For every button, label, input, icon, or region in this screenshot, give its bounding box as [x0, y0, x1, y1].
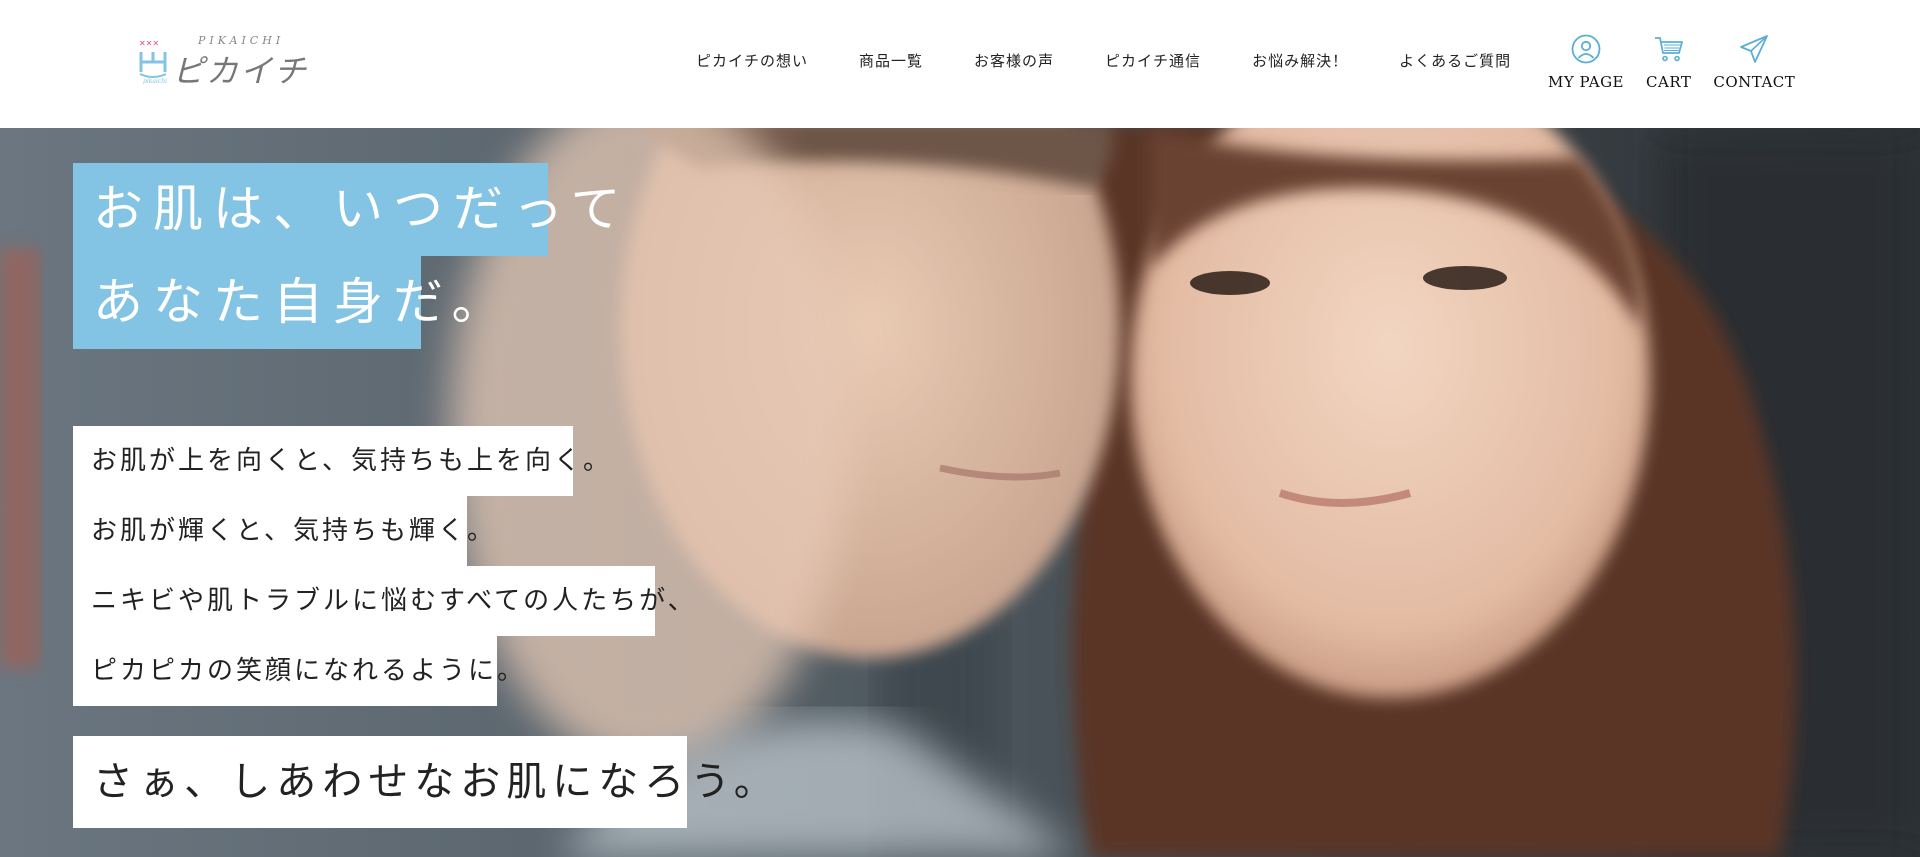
hero-closing-message: さぁ、しあわせなお肌になろう。	[73, 736, 774, 828]
paper-plane-icon	[1740, 35, 1769, 63]
logo-name: ピカイチ	[172, 52, 309, 90]
nav-item-products[interactable]: 商品一覧	[859, 50, 923, 74]
cart-label: CART	[1646, 73, 1692, 91]
nav-item-reviews[interactable]: お客様の声	[974, 50, 1054, 74]
mypage-label: MY PAGE	[1548, 73, 1625, 91]
site-header: ✕✕✕ pikaichi PIKAICHI ピカイチ ピカイチの想い 商品一覧 …	[0, 0, 1920, 128]
user-circle-icon	[1571, 34, 1601, 64]
nav-item-faq[interactable]: よくあるご質問	[1399, 50, 1511, 74]
nav-item-newsletter[interactable]: ピカイチ通信	[1105, 50, 1201, 74]
svg-text:pikaichi: pikaichi	[143, 78, 167, 84]
hero-body-line-2: お肌が輝くと、気持ちも輝く。	[73, 496, 493, 566]
main-nav: ピカイチの想い 商品一覧 お客様の声 ピカイチ通信 お悩み解決！ よくあるご質問	[696, 50, 1511, 74]
header-icon-links: MY PAGE CART CONTACT	[1548, 33, 1795, 97]
mypage-link[interactable]: MY PAGE	[1548, 33, 1624, 91]
hero-body-line-4: ピカピカの笑顔になれるように。	[73, 636, 523, 706]
cart-link[interactable]: CART	[1646, 33, 1691, 91]
hero-section: お肌は、いつだって あなた自身だ。 お肌が上を向くと、気持ちも上を向く。 お肌が…	[0, 128, 1920, 857]
svg-text:✕✕✕: ✕✕✕	[139, 39, 159, 48]
nav-item-solutions[interactable]: お悩み解決！	[1252, 50, 1348, 74]
contact-label: CONTACT	[1713, 73, 1796, 91]
cart-icon	[1654, 37, 1683, 62]
hero-headline-line-2: あなた自身だ。	[73, 256, 502, 349]
hero-headline-line-1: お肌は、いつだって	[73, 163, 621, 256]
nav-item-philosophy[interactable]: ピカイチの想い	[696, 50, 808, 74]
hero-body-line-3: ニキビや肌トラブルに悩むすべての人たちが、	[73, 566, 694, 636]
crown-logo-icon: ✕✕✕ pikaichi	[139, 39, 167, 84]
contact-link[interactable]: CONTACT	[1713, 33, 1795, 91]
hero-body-line-1: お肌が上を向くと、気持ちも上を向く。	[73, 426, 609, 496]
site-logo[interactable]: ✕✕✕ pikaichi PIKAICHI ピカイチ	[138, 34, 308, 90]
